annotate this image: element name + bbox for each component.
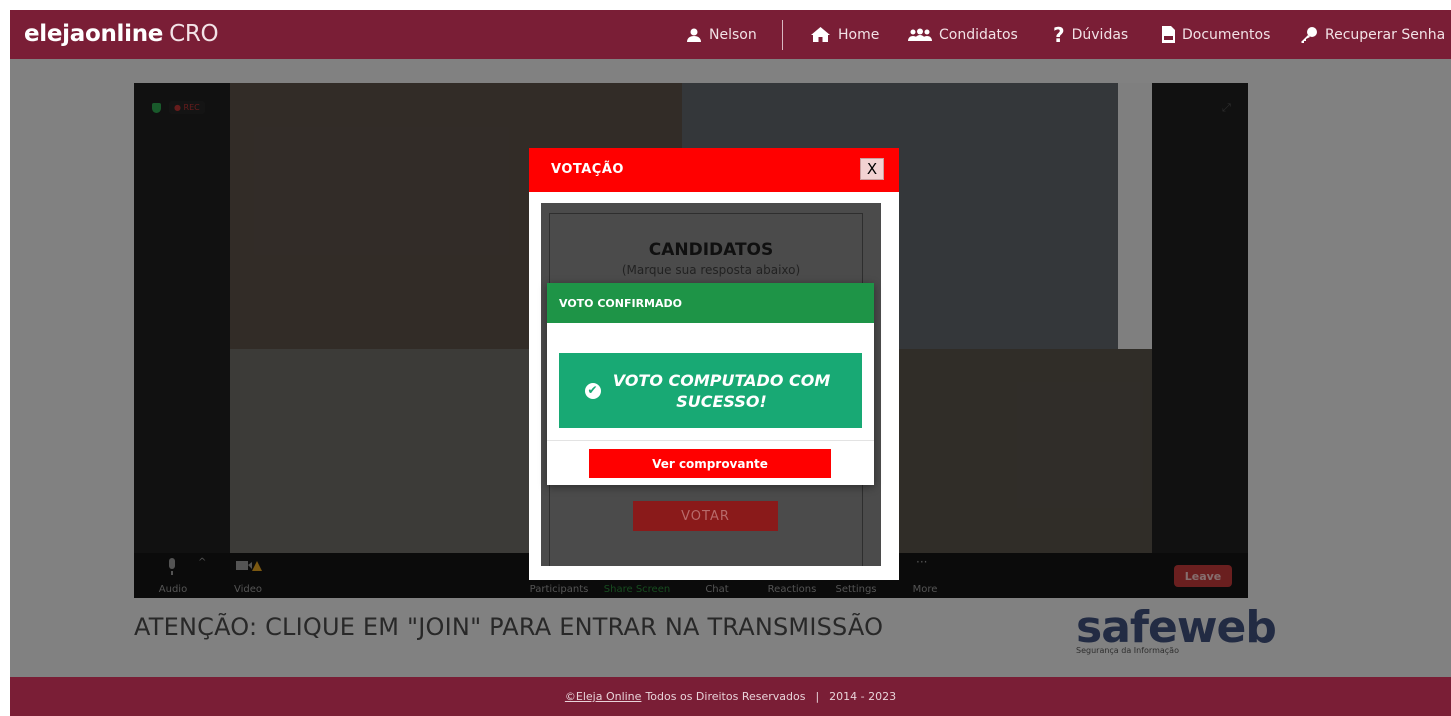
page-footer: ©Eleja Online Todos os Direitos Reservad…: [10, 677, 1451, 716]
brand-logo[interactable]: elejaonline CRO: [24, 21, 219, 47]
nav-questions-label: Dúvidas: [1071, 26, 1129, 43]
nav-documents[interactable]: Documentos: [1162, 10, 1270, 59]
home-icon: [811, 27, 830, 42]
view-receipt-button[interactable]: Ver comprovante: [589, 449, 831, 478]
brand-name: elejaonline: [24, 21, 164, 47]
brand-suffix: CRO: [169, 21, 219, 47]
question-icon: ?: [1053, 22, 1065, 47]
vote-button[interactable]: VOTAR: [633, 501, 778, 531]
nav-candidates[interactable]: Condidatos: [908, 10, 1018, 59]
footer-link[interactable]: ©Eleja Online: [565, 690, 642, 703]
vote-confirmed-title: VOTO CONFIRMADO: [547, 283, 874, 323]
app-frame: elejaonline CRO Nelson Home Condidatos ? …: [10, 10, 1451, 716]
candidates-heading: CANDIDATOS: [648, 240, 774, 260]
close-button[interactable]: X: [860, 158, 884, 180]
nav-separator: [782, 20, 783, 50]
pdf-file-icon: [1162, 26, 1175, 43]
voting-modal-title: VOTAÇÃO: [551, 162, 624, 177]
voting-modal-header: VOTAÇÃO X: [529, 148, 899, 192]
top-navbar: elejaonline CRO Nelson Home Condidatos ? …: [10, 10, 1451, 59]
success-text: VOTO COMPUTADO COM SUCESSO!: [612, 370, 831, 411]
nav-recover-password[interactable]: Recuperar Senha: [1300, 10, 1445, 59]
nav-home-label: Home: [838, 26, 880, 43]
candidates-instructions: (Marque sua resposta abaixo): [621, 263, 801, 277]
footer-separator: |: [815, 690, 820, 703]
nav-recover-label: Recuperar Senha: [1325, 26, 1446, 43]
nav-documents-label: Documentos: [1182, 26, 1271, 43]
nav-user[interactable]: Nelson: [686, 10, 757, 59]
key-icon: [1301, 26, 1317, 43]
nav-user-label: Nelson: [709, 26, 757, 43]
footer-years: 2014 - 2023: [829, 690, 897, 703]
nav-candidates-label: Condidatos: [939, 26, 1018, 43]
user-icon: [687, 28, 701, 42]
dialog-divider: [547, 440, 874, 441]
success-message: ✔ VOTO COMPUTADO COM SUCESSO!: [559, 353, 862, 428]
users-icon: [908, 28, 932, 41]
vote-confirmed-dialog: VOTO CONFIRMADO ✔ VOTO COMPUTADO COM SUC…: [547, 283, 874, 485]
check-circle-icon: ✔: [584, 382, 601, 399]
nav-home[interactable]: Home: [810, 10, 879, 59]
footer-text: Todos os Direitos Reservados: [645, 690, 806, 703]
nav-questions[interactable]: ? Dúvidas: [1053, 10, 1128, 59]
